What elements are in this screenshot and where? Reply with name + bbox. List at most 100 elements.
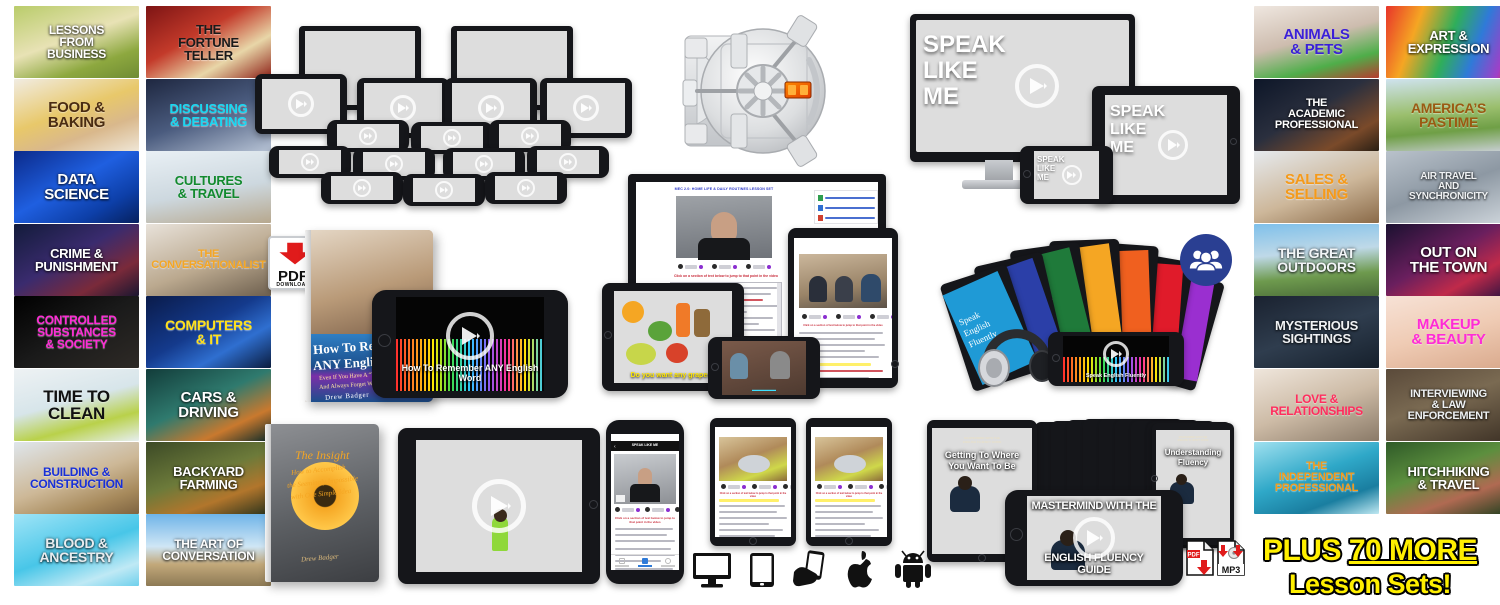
play-button-icon[interactable]: [475, 155, 493, 173]
mosaic-video-thumbnail[interactable]: [537, 150, 599, 174]
lesson-tile-data-science[interactable]: DATA SCIENCE: [14, 151, 139, 224]
lesson-tile-americas-pastime[interactable]: AMERICA’S PASTIME: [1386, 78, 1500, 151]
cooking-tablet-1-screen: Click on a section of text below to jump…: [715, 427, 791, 537]
play-triangle-icon: [389, 161, 395, 167]
play-button-icon[interactable]: [446, 312, 494, 361]
play-button-icon[interactable]: [472, 479, 526, 533]
lesson-tile-animals-and-pets[interactable]: ANIMALS & PETS: [1254, 6, 1379, 78]
play-button-icon[interactable]: [559, 153, 577, 171]
lesson-tile-sales-and-selling[interactable]: SALES & SELLING: [1254, 151, 1379, 224]
play-button-icon[interactable]: [478, 95, 504, 121]
lesson-tile-art-and-expression[interactable]: ART & EXPRESSION: [1386, 6, 1500, 78]
phone-home-button[interactable]: [711, 363, 719, 371]
lesson-tile-label: CONTROLLED SUBSTANCES & SOCIETY: [36, 313, 117, 352]
lesson-tile-building-and-construction[interactable]: BUILDING & CONSTRUCTION: [14, 441, 139, 514]
play-button-icon[interactable]: [359, 127, 377, 145]
cooking-control-row-2[interactable]: [817, 484, 887, 489]
mosaic-video-thumbnail[interactable]: [337, 124, 399, 148]
tablet-home-button[interactable]: [589, 500, 598, 509]
lesson-tile-the-academic-professional[interactable]: THE ACADEMIC PROFESSIONAL: [1254, 78, 1379, 151]
lesson-tile-cars-and-driving[interactable]: CARS & DRIVING: [146, 369, 271, 441]
lesson-tile-air-travel-and-synchronicity[interactable]: AIR TRAVEL AND SYNCHRONICITY: [1386, 151, 1500, 224]
phone-home-button[interactable]: [378, 334, 391, 347]
lesson-attachments[interactable]: [814, 190, 878, 224]
mosaic-video-thumbnail[interactable]: [495, 176, 557, 200]
phone-home-button[interactable]: [1010, 528, 1023, 541]
mosaic-video-thumbnail[interactable]: [331, 176, 393, 200]
tablet-home-button[interactable]: [1151, 475, 1158, 482]
lesson-tile-interviewing-and-law-enforcement[interactable]: INTERVIEWING & LAW ENFORCEMENT: [1386, 369, 1500, 441]
control-normal: [817, 484, 842, 489]
play-button-icon[interactable]: [385, 155, 403, 173]
mp3-download-icon: MP3: [1216, 540, 1246, 576]
lesson-tile-the-conversationalist[interactable]: THE CONVERSATIONALIST: [146, 223, 271, 296]
mosaic-video-thumbnail[interactable]: [421, 126, 483, 150]
mosaic-video-thumbnail[interactable]: [262, 79, 340, 129]
lesson-video-thumb[interactable]: [676, 196, 772, 260]
cooking-video-thumb-2[interactable]: [815, 437, 883, 481]
tablet-control-row[interactable]: [802, 314, 892, 319]
control-none-2: [746, 264, 771, 269]
phone-home-button[interactable]: [1023, 170, 1031, 178]
app-control-row[interactable]: [615, 507, 679, 512]
play-button-icon[interactable]: [353, 179, 371, 197]
cooking-control-row-1[interactable]: [721, 484, 791, 489]
ebook-the-insight: The Insight How to Accomplish the Seemin…: [265, 424, 379, 582]
lesson-tile-computers-and-it[interactable]: COMPUTERS & IT: [146, 296, 271, 369]
tablet-home-button[interactable]: [891, 360, 899, 368]
play-button-icon[interactable]: [301, 153, 319, 171]
lesson-tile-discussing-and-debating[interactable]: DISCUSSING & DEBATING: [146, 78, 271, 151]
play-button-icon[interactable]: [390, 95, 416, 121]
tablet-home-button[interactable]: [978, 554, 986, 562]
lesson-tile-backyard-farming[interactable]: BACKYARD FARMING: [146, 441, 271, 514]
app-video-thumb[interactable]: [614, 454, 676, 504]
play-button-icon[interactable]: [443, 129, 461, 147]
play-button-icon[interactable]: [517, 179, 535, 197]
play-triangle-icon: [1087, 530, 1101, 546]
lesson-tile-label: LOVE & RELATIONSHIPS: [1270, 392, 1363, 418]
tablet-home-button[interactable]: [604, 331, 612, 339]
play-button-icon[interactable]: [1103, 341, 1129, 368]
lesson-tile-hitchhiking-and-travel[interactable]: HITCHHIKING & TRAVEL: [1386, 441, 1500, 514]
lesson-tile-the-independent-professional[interactable]: THE INDEPENDENT PROFESSIONAL: [1254, 441, 1379, 514]
app-tab-bar[interactable]: [611, 554, 679, 570]
play-button-icon[interactable]: [1015, 64, 1060, 108]
lesson-tile-mysterious-sightings[interactable]: MYSTERIOUS SIGHTINGS: [1254, 296, 1379, 369]
lesson-tile-food-and-baking[interactable]: FOOD & BAKING: [14, 78, 139, 151]
mosaic-video-thumbnail[interactable]: [413, 178, 475, 202]
trail-video-screen[interactable]: [416, 440, 582, 572]
mosaic-video-thumbnail[interactable]: [279, 150, 341, 174]
play-button-icon[interactable]: [288, 91, 314, 117]
masterclass-video-thumb[interactable]: [799, 254, 887, 308]
play-button-icon[interactable]: [1061, 165, 1082, 185]
lesson-tile-controlled-substances-and-society[interactable]: CONTROLLED SUBSTANCES & SOCIETY: [14, 296, 139, 369]
lesson-tile-label: ART & EXPRESSION: [1407, 28, 1490, 56]
lesson-tile-the-great-outdoors[interactable]: THE GREAT OUTDOORS: [1254, 223, 1379, 296]
lesson-tile-time-to-clean[interactable]: TIME TO CLEAN: [14, 369, 139, 441]
phone-home-button[interactable]: [1052, 354, 1060, 362]
lesson-tile-the-fortune-teller[interactable]: THE FORTUNE TELLER: [146, 6, 271, 78]
lesson-tile-blood-and-ancestry[interactable]: BLOOD & ANCESTRY: [14, 514, 139, 587]
mastermind-phone-screen[interactable]: MASTERMIND WITH THE ENGLISH FLUENCY GUID…: [1027, 496, 1161, 580]
play-button-icon[interactable]: [1158, 130, 1189, 160]
mosaic-video-thumbnail[interactable]: [499, 124, 561, 148]
play-button-icon[interactable]: [521, 127, 539, 145]
speak-like-me-tablet: SPEAK LIKE ME: [1092, 86, 1240, 204]
lesson-control-row[interactable]: [678, 264, 771, 269]
play-button-icon[interactable]: [573, 95, 599, 121]
lesson-tile-cultures-and-travel[interactable]: CULTURES & TRAVEL: [146, 151, 271, 224]
cooking-video-thumb-1[interactable]: [719, 437, 787, 481]
play-button-icon[interactable]: [435, 181, 453, 199]
lesson-tile-makeup-and-beauty[interactable]: MAKEUP & BEAUTY: [1386, 296, 1500, 369]
tablet-home-button[interactable]: [1230, 138, 1237, 145]
lesson-tile-love-and-relationships[interactable]: LOVE & RELATIONSHIPS: [1254, 369, 1379, 441]
control-none-2: [870, 314, 892, 319]
trail-video-tablet: [398, 428, 600, 584]
conversation-video-screen[interactable]: ▬▬▬▬▬▬: [722, 341, 806, 395]
lesson-tile-the-art-of-conversation[interactable]: THE ART OF CONVERSATION: [146, 514, 271, 587]
lesson-tile-label: THE ART OF CONVERSATION: [162, 537, 255, 564]
lesson-tile-out-on-the-town[interactable]: OUT ON THE TOWN: [1386, 223, 1500, 296]
lesson-tile-lessons-from-business[interactable]: LESSONS FROM BUSINESS: [14, 6, 139, 78]
play-button-icon[interactable]: [1073, 517, 1115, 559]
lesson-tile-crime-and-punishment[interactable]: CRIME & PUNISHMENT: [14, 223, 139, 296]
